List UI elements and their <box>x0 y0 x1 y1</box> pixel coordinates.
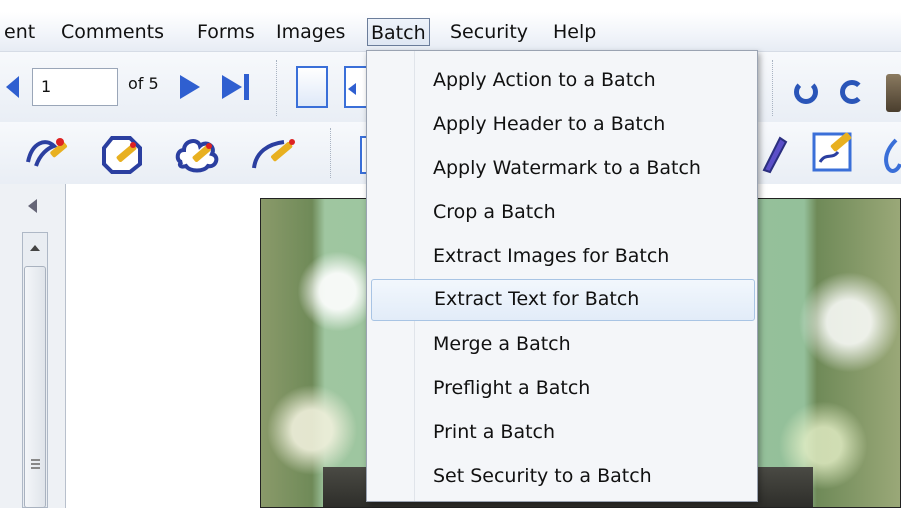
menu-item-crop[interactable]: Crop a Batch <box>371 193 755 235</box>
menu-document[interactable]: ent <box>4 18 35 46</box>
menu-item-label: Extract Images for Batch <box>433 245 670 267</box>
single-page-icon[interactable] <box>296 66 328 108</box>
scroll-up-icon[interactable] <box>30 245 40 251</box>
last-page-icon[interactable] <box>222 74 256 100</box>
prev-page-icon[interactable] <box>6 76 19 98</box>
menu-item-apply-watermark[interactable]: Apply Watermark to a Batch <box>371 149 755 191</box>
page-number-input[interactable]: 1 <box>32 68 118 106</box>
menu-item-label: Apply Watermark to a Batch <box>433 157 701 179</box>
menu-item-label: Merge a Batch <box>433 333 571 355</box>
menu-item-apply-header[interactable]: Apply Header to a Batch <box>371 105 755 147</box>
cloud-pencil-icon[interactable] <box>174 134 224 174</box>
continuous-page-icon[interactable] <box>344 66 366 108</box>
rotate-cw-icon[interactable] <box>840 80 864 104</box>
more-tools-icon[interactable] <box>886 74 901 112</box>
menu-security[interactable]: Security <box>450 18 528 46</box>
menu-item-label: Crop a Batch <box>433 201 556 223</box>
pencil-shape-icon[interactable] <box>24 132 72 174</box>
menu-item-label: Set Security to a Batch <box>433 465 652 487</box>
menu-item-set-security[interactable]: Set Security to a Batch <box>371 457 755 499</box>
menu-item-label: Apply Action to a Batch <box>433 69 656 91</box>
menu-item-label: Print a Batch <box>433 421 556 443</box>
menu-comments[interactable]: Comments <box>61 18 164 46</box>
pen-tool-icon[interactable] <box>758 134 788 174</box>
menu-item-extract-images[interactable]: Extract Images for Batch <box>371 237 755 279</box>
attach-icon[interactable] <box>882 134 901 176</box>
scrollbar-thumb[interactable] <box>24 266 46 508</box>
menu-bar: ent Comments Forms Images Batch Security… <box>0 12 901 52</box>
menu-item-extract-text[interactable]: Extract Text for Batch <box>371 279 755 321</box>
menu-forms[interactable]: Forms <box>197 18 255 46</box>
menu-batch[interactable]: Batch <box>367 18 430 46</box>
signature-icon[interactable] <box>812 130 856 174</box>
toolbar-separator <box>330 128 332 178</box>
menu-item-label: Preflight a Batch <box>433 377 591 399</box>
rotate-ccw-icon[interactable] <box>794 80 818 104</box>
menu-item-print[interactable]: Print a Batch <box>371 413 755 455</box>
menu-images[interactable]: Images <box>276 18 345 46</box>
next-page-icon[interactable] <box>180 75 200 99</box>
toolbar-separator <box>772 60 774 116</box>
menu-item-label: Apply Header to a Batch <box>433 113 666 135</box>
menu-item-apply-action[interactable]: Apply Action to a Batch <box>371 61 755 103</box>
page-count-label: of 5 <box>128 74 159 93</box>
menu-item-merge[interactable]: Merge a Batch <box>371 325 755 367</box>
batch-menu-dropdown: Apply Action to a Batch Apply Header to … <box>366 50 758 502</box>
collapse-panel-icon[interactable] <box>28 199 37 213</box>
polygon-pencil-icon[interactable] <box>102 134 148 174</box>
pen-curve-icon[interactable] <box>250 134 300 174</box>
toolbar-separator <box>276 60 278 116</box>
menu-item-label: Extract Text for Batch <box>434 288 640 310</box>
menu-help[interactable]: Help <box>553 18 596 46</box>
menu-item-preflight[interactable]: Preflight a Batch <box>371 369 755 411</box>
